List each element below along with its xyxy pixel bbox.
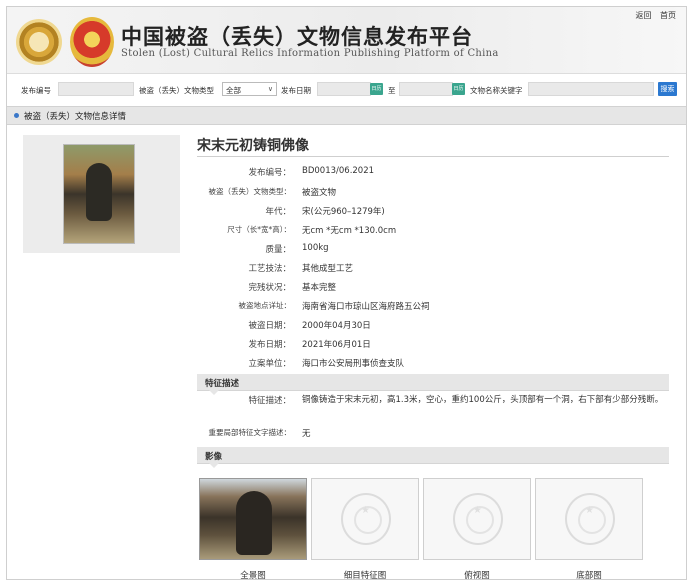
field-value: 海南省海口市琼山区海府路五公祠 [302,302,430,312]
thumbnail-panel [23,135,180,253]
relic-thumbnail-image[interactable] [63,144,135,244]
page-frame: 中国被盗（丢失）文物信息发布平台 Stolen (Lost) Cultural … [6,6,687,580]
search-button[interactable]: 搜索 [658,82,677,96]
field-label: 被盗（丢失）文物类型： [208,187,292,196]
keyword-label: 文物名称关键字 [470,86,523,95]
image-caption: 底部图 [576,571,602,580]
field-label: 完残状况： [248,283,291,293]
field-label: 尺寸（长*宽*高）： [227,225,291,234]
site-title: 中国被盗（丢失）文物信息发布平台 [121,25,473,49]
field-value: 无cm *无cm *130.0cm [302,226,397,236]
back-link[interactable]: 返回 [635,11,651,20]
field-value: 其他成型工艺 [302,264,354,274]
release-id-input[interactable] [58,82,134,96]
notch-icon [209,463,219,468]
field-label: 工艺技法： [248,264,291,274]
section-header: 被盗（丢失）文物信息详情 [7,106,686,125]
field-label: 被盗地点详址： [238,301,292,310]
detail-image-placeholder[interactable] [311,478,419,560]
date-to-input[interactable] [399,82,453,96]
date-to-label: 至 [388,86,396,95]
feature-desc-value: 铜像铸造于宋末元初，高1.3米，空心，重约100公斤，头顶部有一个洞，右下部有少… [302,395,664,405]
field-value: 100kg [302,243,329,253]
release-id-label: 发布编号 [21,86,51,95]
home-link[interactable]: 首页 [660,11,676,20]
panorama-image[interactable] [199,478,307,560]
relic-type-label: 被盗（丢失）文物类型 [139,86,214,95]
features-section-header: 特征描述 [197,374,669,395]
features-title: 特征描述 [205,379,240,389]
search-bar: 发布编号 被盗（丢失）文物类型 全部 发布日期 日历 至 日历 文物名称关键字 … [7,79,686,101]
release-date-label: 发布日期 [281,86,311,95]
image-caption: 俯视图 [464,571,490,580]
field-label: 发布编号： [248,168,291,178]
site-header: 中国被盗（丢失）文物信息发布平台 Stolen (Lost) Cultural … [7,7,686,74]
bullet-icon [14,113,19,118]
field-label: 质量： [265,245,291,255]
images-section-header: 影像 [197,447,669,468]
field-value: 基本完整 [302,283,337,293]
local-feature-label: 重要局部特征文字描述： [208,428,292,437]
divider [197,156,669,157]
police-emblem-placeholder-icon [341,493,391,545]
relic-type-value: 全部 [226,86,241,95]
field-value: 海口市公安局刑事侦查支队 [302,359,405,369]
top-view-image-placeholder[interactable] [423,478,531,560]
police-emblem-icon [70,17,114,67]
field-value: 2021年06月01日 [302,340,371,350]
keyword-input[interactable] [528,82,654,96]
field-label: 发布日期： [248,340,291,350]
relic-type-select[interactable]: 全部 [222,82,277,96]
section-title: 被盗（丢失）文物信息详情 [24,112,127,122]
notch-icon [209,390,219,395]
image-caption: 全景图 [240,571,266,580]
field-value: 被盗文物 [302,188,337,198]
image-caption: 细目特征图 [343,571,387,580]
calendar-to-icon[interactable]: 日历 [452,83,465,95]
calendar-from-icon[interactable]: 日历 [370,83,383,95]
field-label: 被盗日期： [248,321,291,331]
field-value: BD0013/06.2021 [302,166,375,176]
field-label: 立案单位： [248,359,291,369]
police-emblem-placeholder-icon [565,493,615,545]
feature-desc-label: 特征描述： [248,396,291,406]
local-feature-value: 无 [302,429,311,439]
field-label: 年代： [265,207,291,217]
police-emblem-placeholder-icon [453,493,503,545]
relic-title: 宋末元初铸铜佛像 [197,138,309,154]
field-value: 2000年04月30日 [302,321,371,331]
bottom-view-image-placeholder[interactable] [535,478,643,560]
site-subtitle-english: Stolen (Lost) Cultural Relics Informatio… [121,48,499,59]
images-title: 影像 [205,452,223,462]
cultural-relics-emblem-icon [16,19,62,65]
date-from-input[interactable] [317,82,371,96]
field-value: 宋(公元960–1279年) [302,207,385,217]
top-links: 返回 首页 [629,10,676,21]
